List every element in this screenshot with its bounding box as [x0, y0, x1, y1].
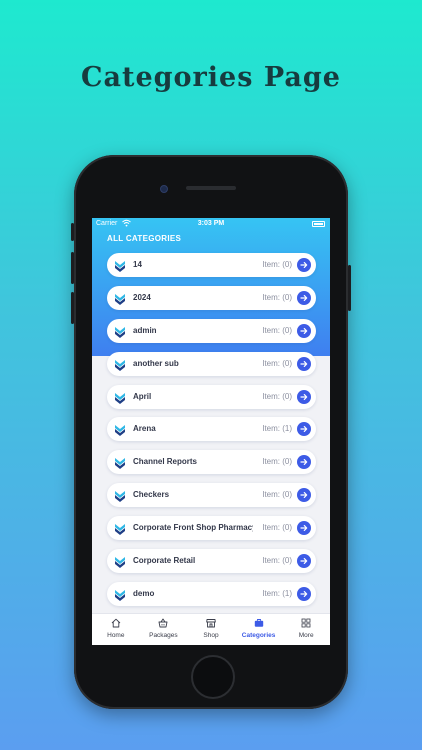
- category-item-count: Item: (0): [260, 391, 292, 401]
- category-name: another sub: [133, 358, 179, 368]
- category-item[interactable]: Arena Item: (1): [107, 417, 316, 442]
- category-chevron-icon: [114, 489, 126, 503]
- category-chevron-icon: [114, 456, 126, 470]
- arrow-right-icon[interactable]: [297, 258, 311, 272]
- category-item-count: Item: (1): [260, 588, 292, 598]
- phone-home-button[interactable]: [191, 655, 235, 699]
- arrow-right-icon[interactable]: [297, 521, 311, 536]
- phone-volume-up-button: [71, 252, 74, 284]
- category-name: Channel Reports: [133, 457, 198, 467]
- tab-label: More: [298, 632, 314, 639]
- category-item-count: Item: (0): [260, 523, 292, 533]
- category-chevron-icon: [114, 522, 126, 536]
- category-name: Checkers: [133, 490, 170, 500]
- app-screen: Carrier 3:03 PM ALL CATEGORIES 14 Item: …: [92, 218, 330, 645]
- promo-title: Categories Page: [81, 62, 341, 93]
- arrow-right-icon[interactable]: [297, 455, 311, 470]
- tab-label: Categories: [241, 632, 276, 639]
- category-item[interactable]: 14 Item: (0): [107, 253, 316, 277]
- category-item[interactable]: demo Item: (1): [107, 581, 316, 606]
- category-item-count: Item: (0): [260, 457, 292, 467]
- category-chevron-icon: [114, 358, 126, 371]
- category-chevron-icon: [114, 391, 126, 404]
- category-name: demo: [133, 588, 155, 598]
- status-time: 3:03 PM: [197, 220, 225, 227]
- category-item[interactable]: 2024 Item: (0): [107, 285, 316, 310]
- category-item-count: Item: (1): [260, 424, 292, 434]
- category-name: 14: [133, 260, 142, 269]
- tab-bar: Home Packages Shop Categories More: [92, 613, 330, 645]
- arrow-right-icon[interactable]: [297, 554, 311, 569]
- category-item[interactable]: April Item: (0): [107, 384, 316, 409]
- battery-icon: [312, 221, 325, 227]
- phone-volume-down-button: [71, 292, 74, 324]
- category-name: Corporate Front Shop Pharmacy: [133, 523, 253, 533]
- category-chevron-icon: [114, 325, 126, 338]
- arrow-right-icon[interactable]: [297, 422, 311, 437]
- category-item[interactable]: Corporate Retail Item: (0): [107, 549, 316, 574]
- category-name: April: [133, 391, 152, 401]
- category-item[interactable]: admin Item: (0): [107, 318, 316, 343]
- category-chevron-icon: [114, 292, 126, 305]
- phone-power-button: [348, 265, 351, 311]
- category-name: Arena: [133, 424, 156, 434]
- status-bar: Carrier 3:03 PM: [92, 218, 330, 231]
- category-item[interactable]: Checkers Item: (0): [107, 483, 316, 508]
- category-list: 14 Item: (0) 2024 Item: (0) admin Item: …: [107, 253, 316, 615]
- arrow-right-icon[interactable]: [297, 323, 311, 338]
- phone-side-button: [71, 223, 74, 241]
- category-name: admin: [133, 325, 157, 335]
- arrow-right-icon[interactable]: [297, 586, 311, 601]
- section-title: ALL CATEGORIES: [107, 234, 182, 243]
- category-chevron-icon: [114, 423, 126, 437]
- category-chevron-icon: [114, 588, 126, 601]
- phone-speaker: [186, 186, 236, 190]
- category-item-count: Item: (0): [260, 358, 292, 368]
- tab-label: Packages: [149, 632, 178, 639]
- phone-camera: [160, 185, 168, 193]
- category-item[interactable]: Corporate Front Shop Pharmacy Item: (0): [107, 516, 316, 541]
- tab-home[interactable]: Home: [92, 614, 140, 645]
- category-item-count: Item: (0): [260, 292, 292, 302]
- category-item-count: Item: (0): [260, 260, 292, 269]
- category-name: Corporate Retail: [133, 556, 196, 566]
- tab-shop[interactable]: Shop: [187, 614, 235, 645]
- arrow-right-icon[interactable]: [297, 488, 311, 503]
- arrow-right-icon[interactable]: [297, 389, 311, 404]
- category-item-count: Item: (0): [260, 556, 292, 566]
- tab-label: Home: [107, 632, 125, 639]
- tab-packages[interactable]: Packages: [140, 614, 188, 645]
- tab-categories[interactable]: Categories: [235, 614, 283, 645]
- arrow-right-icon[interactable]: [297, 290, 311, 305]
- category-item-count: Item: (0): [260, 325, 292, 335]
- tab-label: Shop: [203, 632, 219, 639]
- tab-more[interactable]: More: [282, 614, 330, 645]
- category-item[interactable]: another sub Item: (0): [107, 351, 316, 376]
- category-chevron-icon: [114, 259, 126, 272]
- arrow-right-icon[interactable]: [297, 356, 311, 371]
- category-chevron-icon: [114, 555, 126, 569]
- category-name: 2024: [133, 292, 151, 302]
- category-item[interactable]: Channel Reports Item: (0): [107, 450, 316, 475]
- category-item-count: Item: (0): [260, 490, 292, 500]
